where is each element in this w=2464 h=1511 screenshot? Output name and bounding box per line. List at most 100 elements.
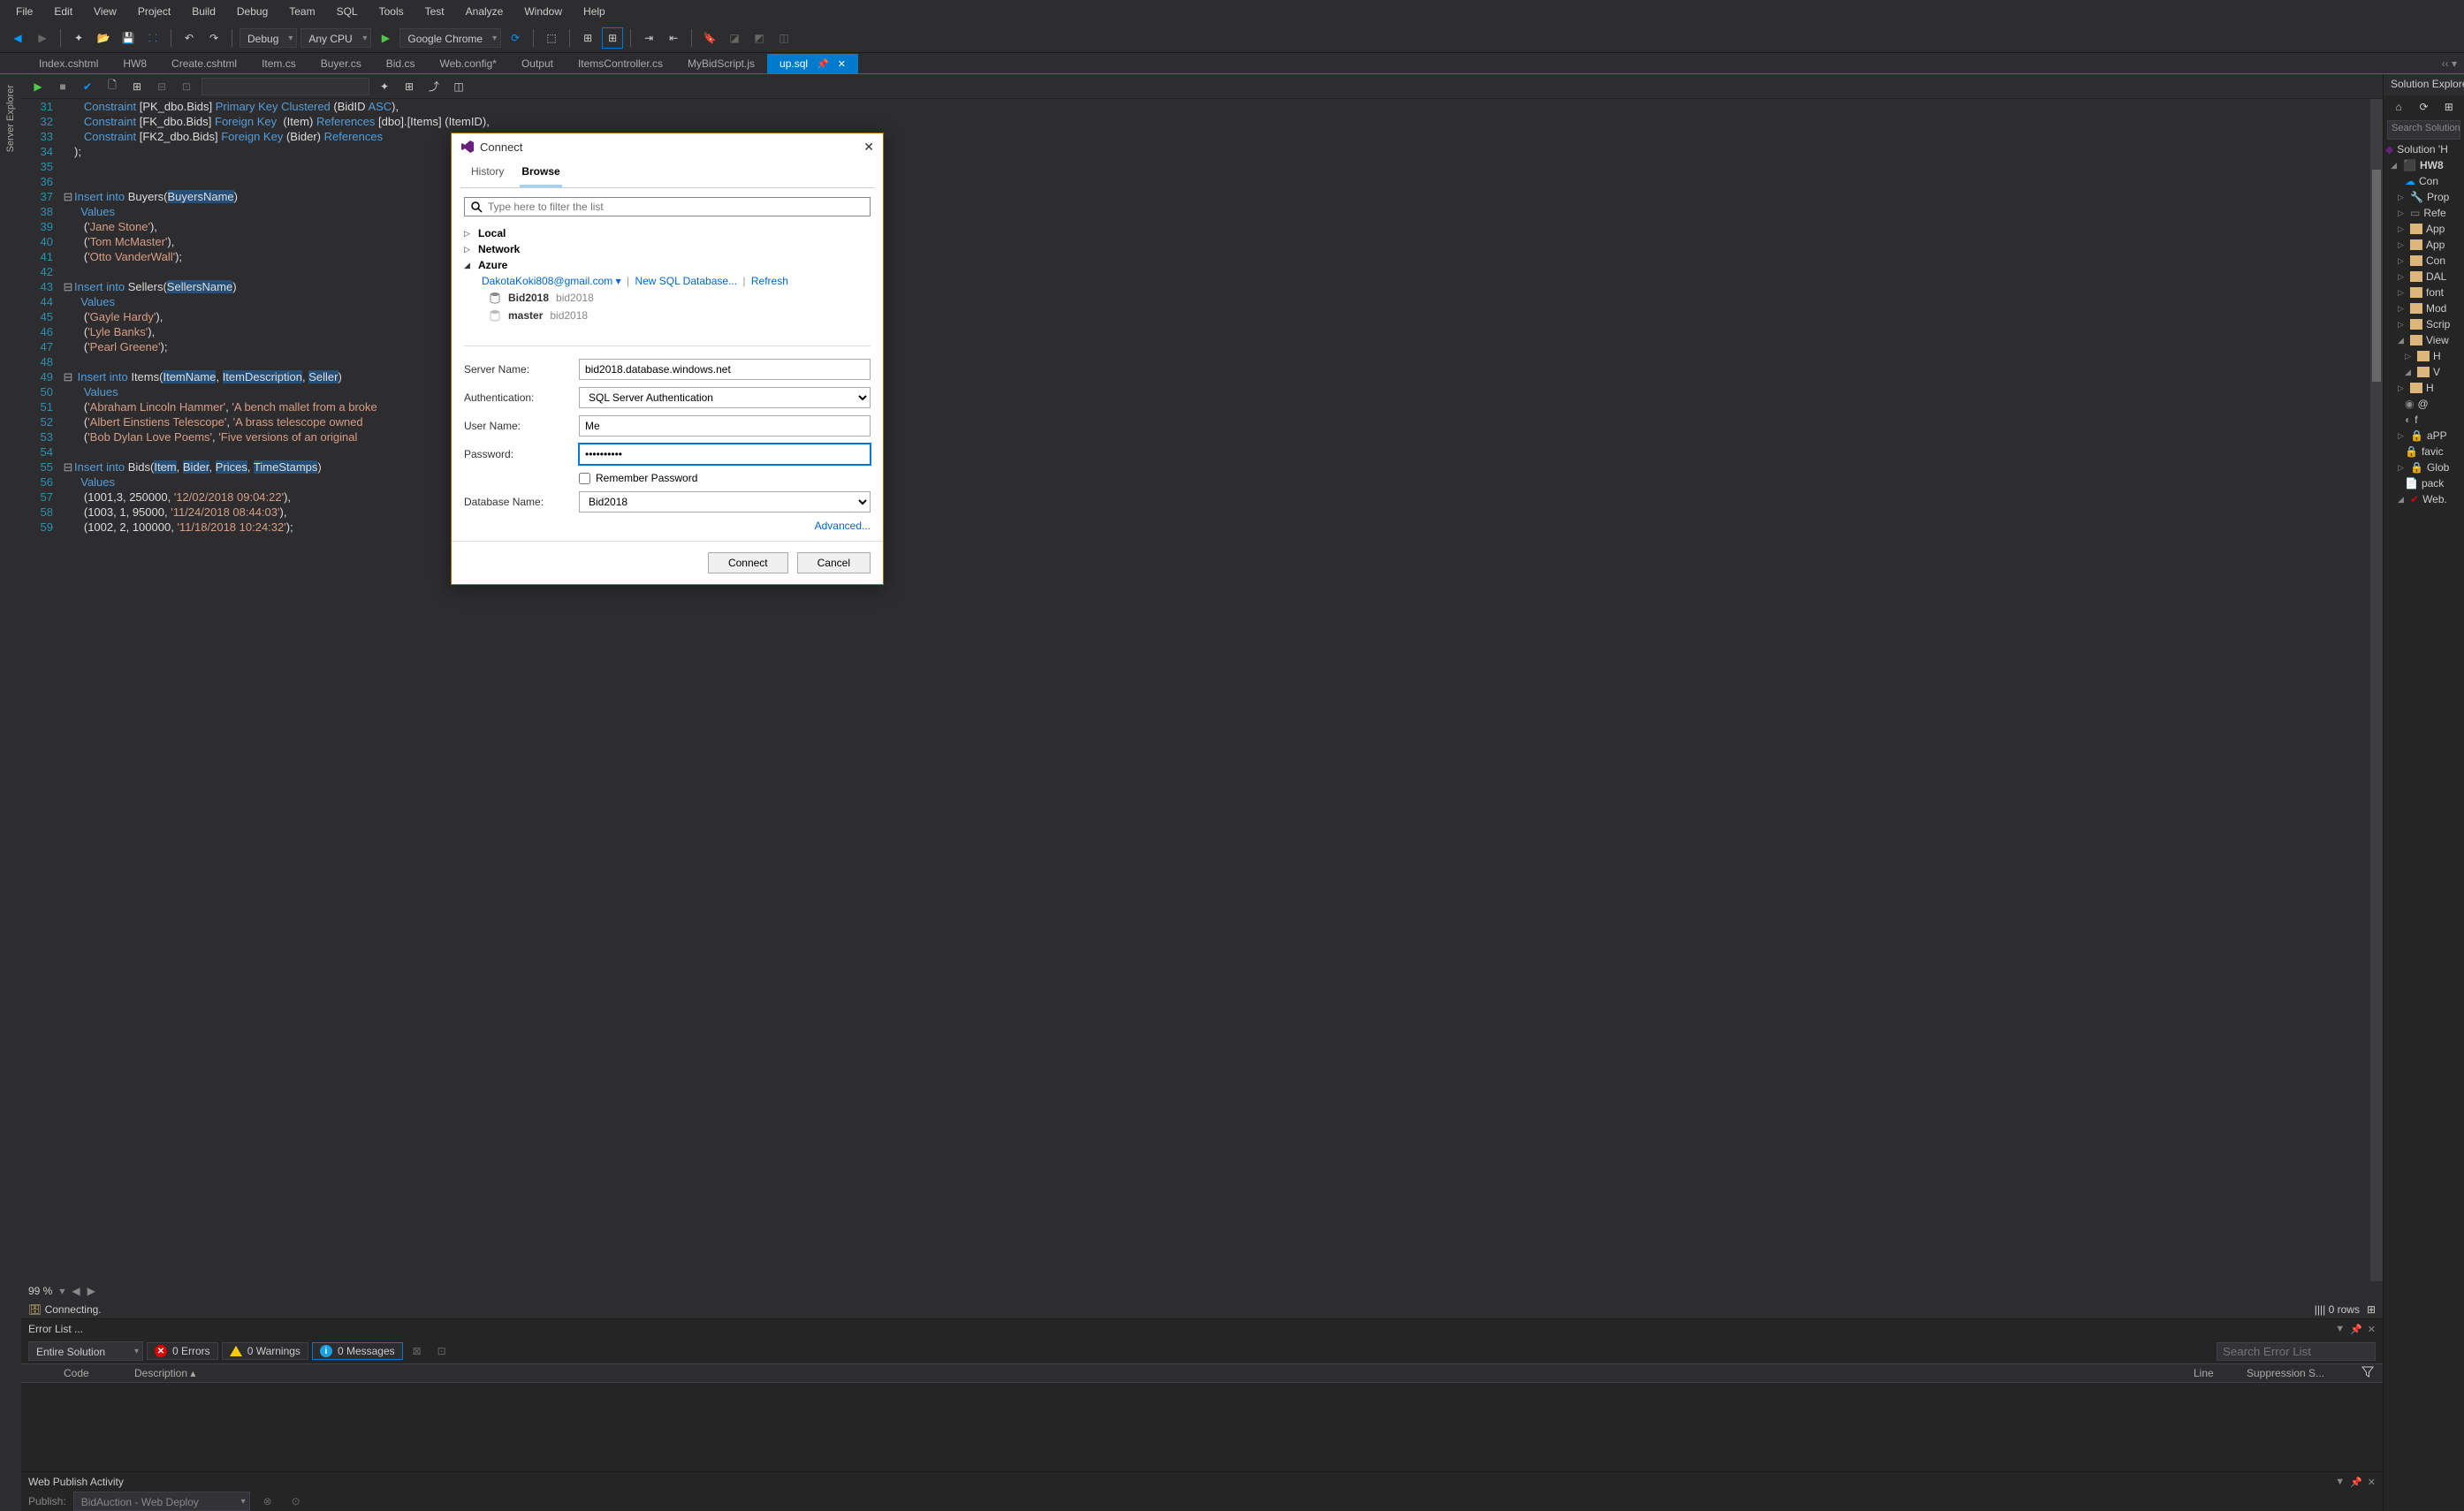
tool-icon[interactable]: ◫ <box>449 77 468 96</box>
col-line[interactable]: Line <box>2194 1367 2229 1379</box>
db-row-master[interactable]: master bid2018 <box>464 307 871 324</box>
tool-icon[interactable]: ⊞ <box>602 27 623 49</box>
publish-profile-dropdown[interactable]: BidAuction - Web Deploy <box>73 1492 250 1511</box>
save-all-icon[interactable]: ⸬ <box>142 27 164 49</box>
tool-icon[interactable]: ⊠ <box>407 1340 428 1362</box>
tool-icon[interactable]: ⊡ <box>431 1340 452 1362</box>
solution-search-input[interactable]: Search Solution <box>2387 120 2460 140</box>
pin-icon[interactable]: 📌 <box>2350 1477 2362 1488</box>
tool-icon[interactable]: ◩ <box>749 27 770 49</box>
nav-fwd-icon[interactable]: ▶ <box>32 27 53 49</box>
tab-history[interactable]: History <box>469 160 506 187</box>
menu-window[interactable]: Window <box>515 2 571 21</box>
undo-icon[interactable]: ↶ <box>179 27 200 49</box>
tab-browse[interactable]: Browse <box>520 160 561 187</box>
cancel-button[interactable]: Cancel <box>797 552 871 573</box>
tab-items-controller[interactable]: ItemsController.cs <box>566 54 675 73</box>
outdent-icon[interactable]: ⇤ <box>663 27 684 49</box>
tool-icon[interactable]: ⬚ <box>541 27 562 49</box>
nav-back-icon[interactable]: ◀ <box>7 27 28 49</box>
col-description[interactable]: Description ▴ <box>134 1367 2176 1379</box>
start-debug-icon[interactable]: ▶ <box>375 27 396 49</box>
authentication-dropdown[interactable]: SQL Server Authentication <box>579 387 871 408</box>
filter-input[interactable] <box>488 201 864 213</box>
server-explorer-tab[interactable]: Server Explorer <box>4 78 18 159</box>
refresh-link[interactable]: Refresh <box>751 275 788 287</box>
nav-icon[interactable]: ▶ <box>87 1285 95 1297</box>
tool-icon[interactable]: ⊡ <box>177 77 196 96</box>
dropdown-icon[interactable]: ▼ <box>2335 1477 2345 1488</box>
execute-icon[interactable]: ▶ <box>28 77 48 96</box>
close-icon[interactable]: ✕ <box>838 58 846 70</box>
stop-icon[interactable]: ■ <box>53 77 72 96</box>
bookmark-icon[interactable]: 🔖 <box>699 27 720 49</box>
zoom-level[interactable]: 99 % <box>28 1285 52 1297</box>
tab-bid-cs[interactable]: Bid.cs <box>374 54 428 73</box>
menu-edit[interactable]: Edit <box>45 2 81 21</box>
platform-dropdown[interactable]: Any CPU <box>300 28 371 48</box>
close-icon[interactable]: ✕ <box>863 140 874 155</box>
code-editor[interactable]: 3132333435363738394041424344454647484950… <box>21 99 2383 1281</box>
vertical-scrollbar[interactable] <box>2370 99 2383 1281</box>
code-lines[interactable]: Constraint [PK_dbo.Bids] Primary Key Clu… <box>74 99 2370 1281</box>
pin-icon[interactable]: 📌 <box>2350 1324 2362 1335</box>
tool-icon[interactable]: ⊟ <box>152 77 171 96</box>
menu-analyze[interactable]: Analyze <box>457 2 513 21</box>
new-item-icon[interactable]: ✦ <box>68 27 89 49</box>
db-dropdown[interactable] <box>202 78 369 95</box>
tool-icon[interactable]: ◫ <box>773 27 795 49</box>
tab-up-sql[interactable]: up.sql 📌 ✕ <box>767 54 858 73</box>
db-row-bid2018[interactable]: Bid2018 bid2018 <box>464 289 871 307</box>
scrollbar-thumb[interactable] <box>2372 170 2381 382</box>
col-code[interactable]: Code <box>64 1367 117 1379</box>
tool-icon[interactable]: 🗋 <box>103 77 122 96</box>
menu-sql[interactable]: SQL <box>328 2 367 21</box>
user-name-input[interactable] <box>579 415 871 437</box>
password-input[interactable] <box>579 444 871 465</box>
filter-icon[interactable] <box>2361 1366 2376 1380</box>
tab-buyer-cs[interactable]: Buyer.cs <box>308 54 374 73</box>
database-name-dropdown[interactable]: Bid2018 <box>579 491 871 513</box>
tab-overflow[interactable]: ‹‹ ▾ <box>2435 54 2464 73</box>
home-icon[interactable]: ⌂ <box>2389 96 2408 118</box>
new-sql-db-link[interactable]: New SQL Database... <box>635 275 737 287</box>
tab-create-cshtml[interactable]: Create.cshtml <box>159 54 249 73</box>
tool-icon[interactable]: ⊞ <box>577 27 598 49</box>
menu-build[interactable]: Build <box>183 2 224 21</box>
tree-network[interactable]: ▷Network <box>464 241 871 257</box>
col-suppression[interactable]: Suppression S... <box>2247 1367 2344 1379</box>
tab-web-config[interactable]: Web.config* <box>427 54 508 73</box>
close-icon[interactable]: ✕ <box>2368 1324 2376 1335</box>
tool-icon[interactable]: ⤴ <box>424 77 444 96</box>
open-folder-icon[interactable]: 📂 <box>93 27 114 49</box>
tool-icon[interactable]: ◪ <box>724 27 745 49</box>
tool-icon[interactable]: ⊗ <box>257 1491 278 1511</box>
advanced-link[interactable]: Advanced... <box>815 520 871 532</box>
menu-debug[interactable]: Debug <box>228 2 277 21</box>
tab-hw8[interactable]: HW8 <box>110 54 159 73</box>
refresh-icon[interactable]: ⟳ <box>2414 96 2433 118</box>
tool-icon[interactable]: ✦ <box>375 77 394 96</box>
connect-button[interactable]: Connect <box>708 552 788 573</box>
tab-item-cs[interactable]: Item.cs <box>249 54 308 73</box>
indent-icon[interactable]: ⇥ <box>638 27 659 49</box>
tool-icon[interactable]: ⊞ <box>399 77 419 96</box>
pin-icon[interactable]: 📌 <box>817 58 829 70</box>
tab-index-cshtml[interactable]: Index.cshtml <box>27 54 110 73</box>
refresh-icon[interactable]: ⟳ <box>505 27 526 49</box>
menu-tools[interactable]: Tools <box>370 2 413 21</box>
config-dropdown[interactable]: Debug <box>240 28 297 48</box>
menu-help[interactable]: Help <box>574 2 614 21</box>
save-icon[interactable]: 💾 <box>118 27 139 49</box>
warnings-filter[interactable]: 0 Warnings <box>222 1342 308 1360</box>
messages-filter[interactable]: i 0 Messages <box>312 1342 403 1360</box>
tool-icon[interactable]: ⊞ <box>2439 96 2459 118</box>
dropdown-icon[interactable]: ▼ <box>2335 1324 2345 1335</box>
check-icon[interactable]: ✔ <box>78 77 97 96</box>
menu-file[interactable]: File <box>7 2 42 21</box>
redo-icon[interactable]: ↷ <box>203 27 224 49</box>
remember-password-checkbox[interactable] <box>579 473 590 484</box>
tool-icon[interactable]: ⊙ <box>285 1491 307 1511</box>
error-search-input[interactable] <box>2217 1342 2376 1361</box>
grid-icon[interactable]: ⊞ <box>2367 1303 2376 1316</box>
